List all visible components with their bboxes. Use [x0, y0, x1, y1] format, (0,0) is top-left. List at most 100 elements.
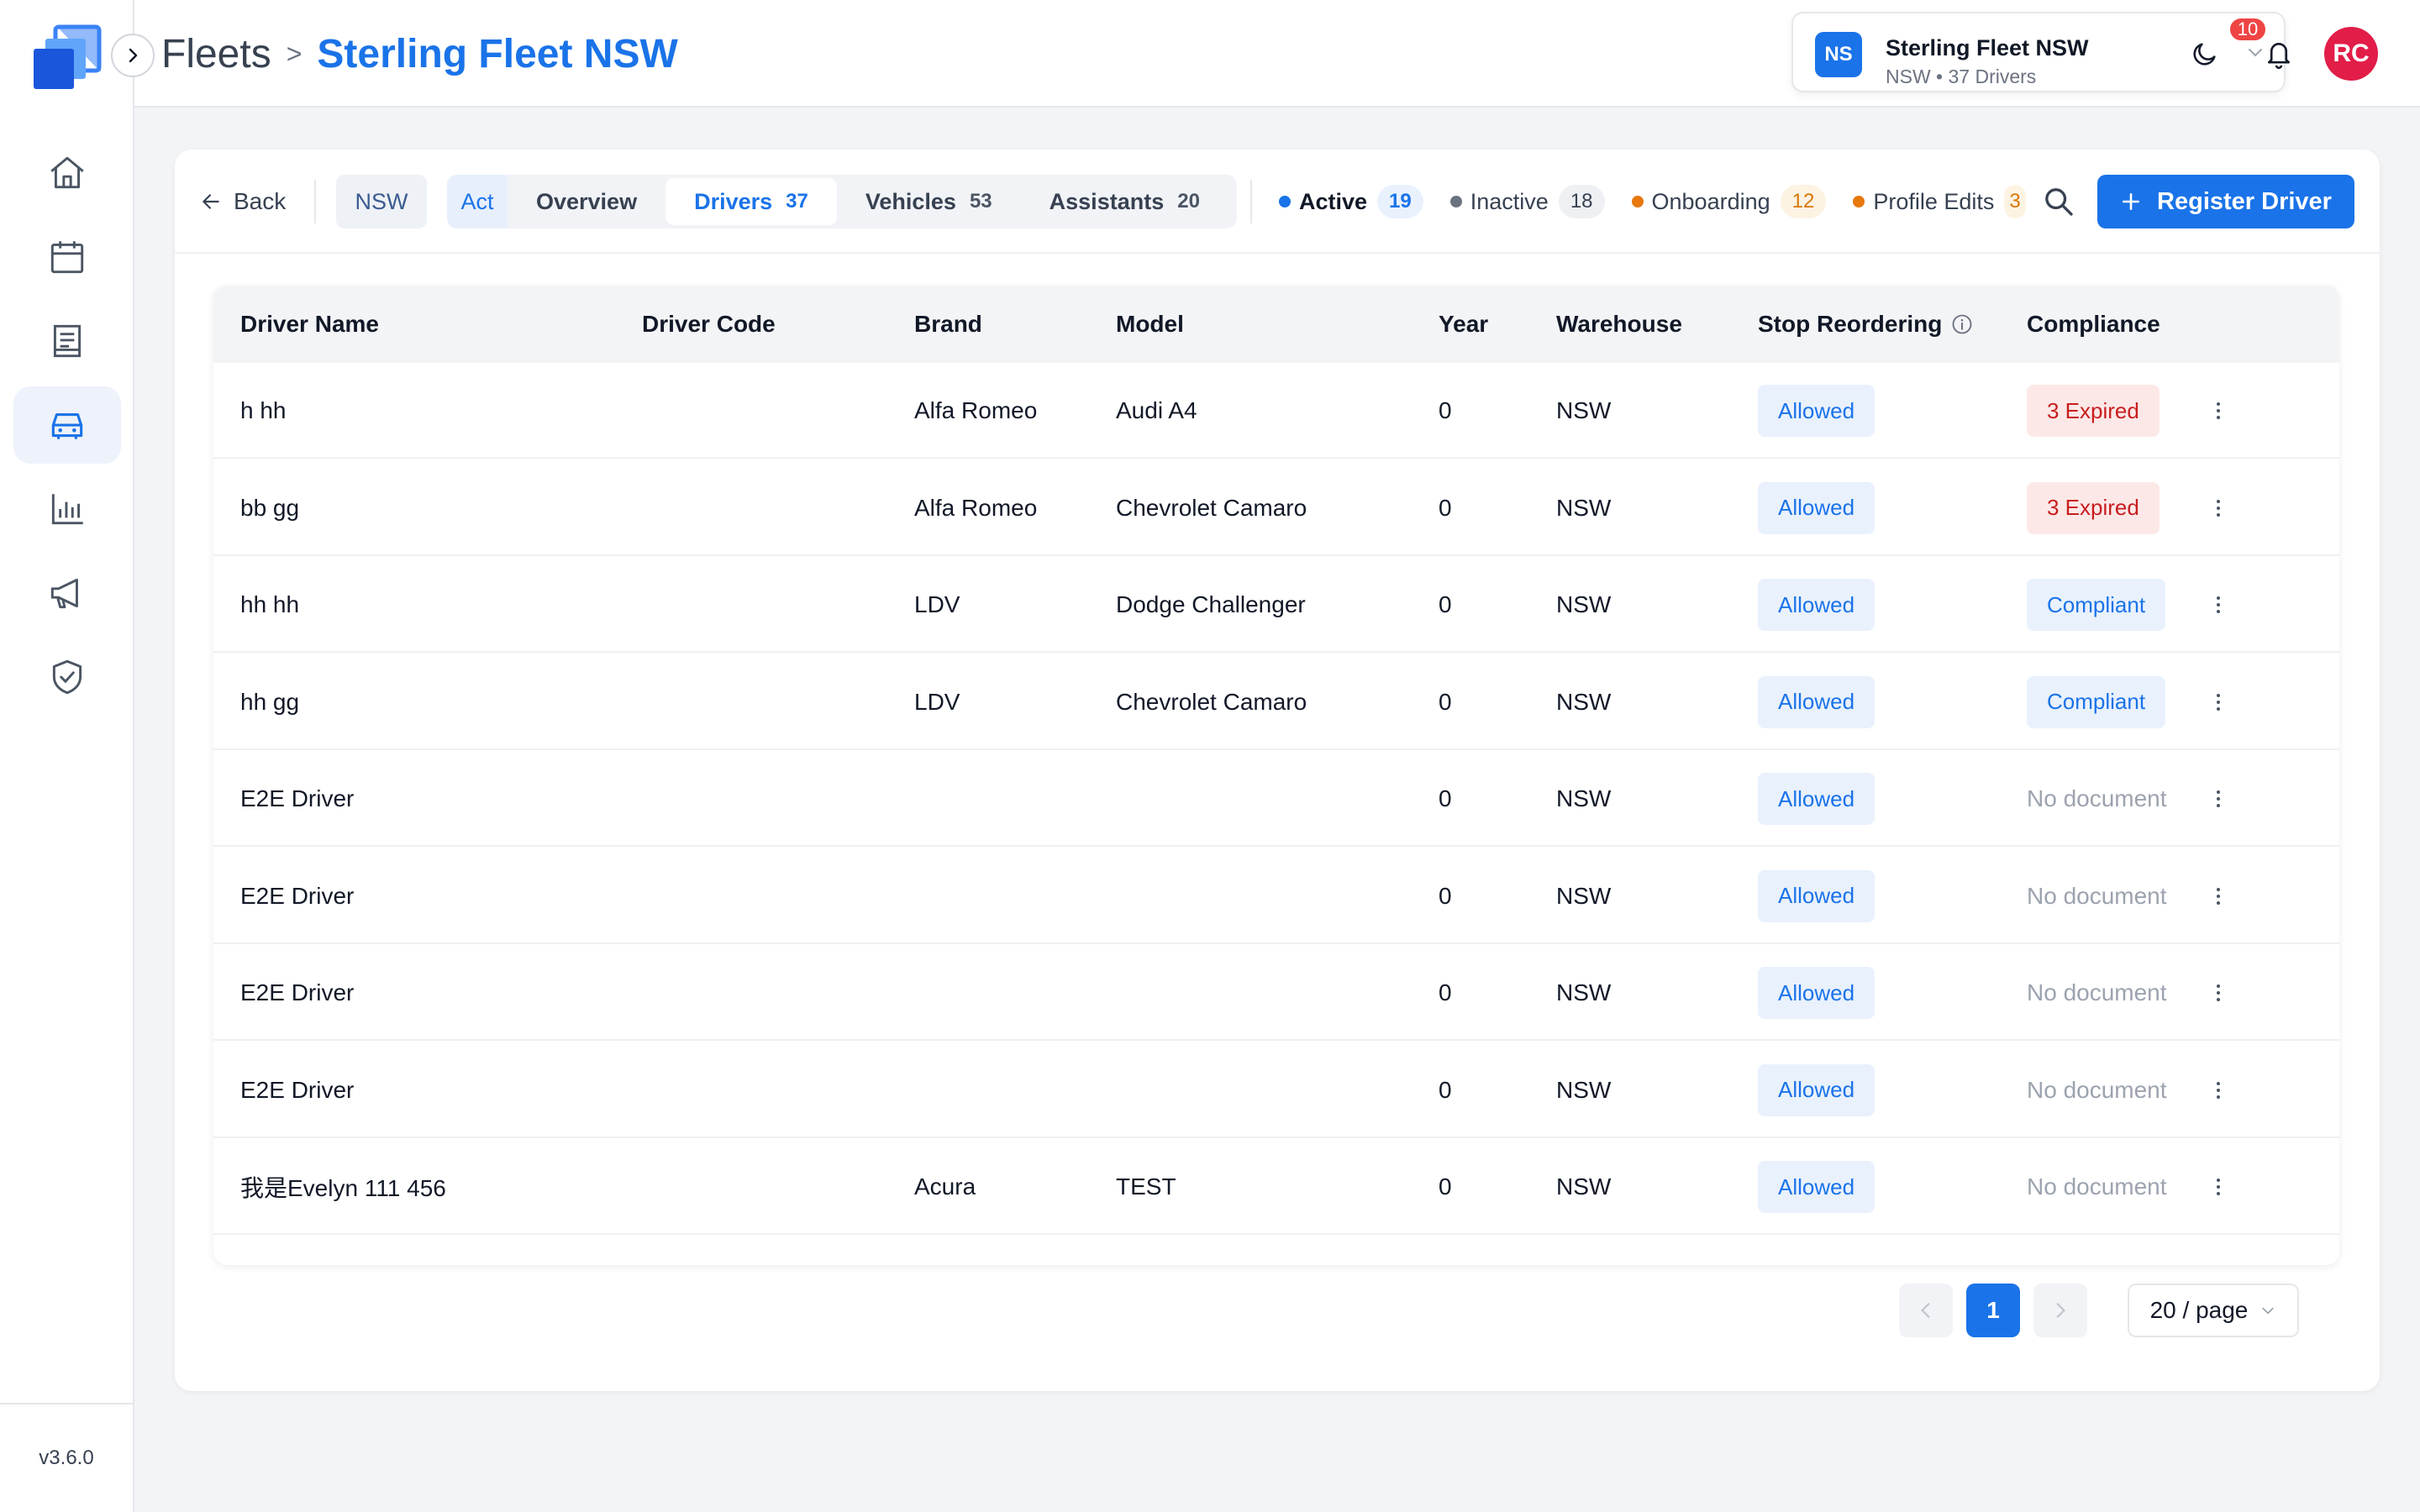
tab-overview[interactable]: Overview — [508, 178, 666, 225]
cell-warehouse: NSW — [1556, 882, 1612, 909]
cell-year: 0 — [1439, 591, 1452, 617]
status-filter-inactive[interactable]: Inactive 18 — [1449, 185, 1605, 218]
drivers-card: Back NSW Act Overview Drivers 37 Vehicles… — [175, 150, 2380, 1391]
status-filter-active[interactable]: Active 19 — [1279, 185, 1423, 218]
tab-vehicles[interactable]: Vehicles 53 — [837, 178, 1021, 225]
cell-model: Chevrolet Camaro — [1116, 494, 1307, 521]
status-filter-label: Onboarding — [1651, 188, 1770, 214]
cell-driver-name: hh gg — [240, 688, 300, 715]
sidebar-item-home[interactable] — [13, 134, 121, 212]
stop-reordering-badge[interactable]: Allowed — [1758, 1063, 1876, 1116]
cell-brand: Acura — [914, 1173, 976, 1200]
column-header-stop-reordering[interactable]: Stop Reordering — [1758, 286, 1974, 363]
row-actions-kebab-icon[interactable] — [2208, 1042, 2228, 1138]
breadcrumb-fleets-link[interactable]: Fleets — [161, 31, 271, 77]
column-header-model[interactable]: Model — [1116, 286, 1184, 363]
column-header-driver-code[interactable]: Driver Code — [642, 286, 776, 363]
page-size-select[interactable]: 20 / page — [2128, 1284, 2299, 1337]
compliance-badge[interactable]: Compliant — [2027, 675, 2166, 728]
cell-driver-name: h hh — [240, 397, 287, 423]
notifications-button[interactable] — [2259, 34, 2299, 74]
fleet-name: Sterling Fleet NSW — [1886, 35, 2089, 60]
stop-reordering-badge[interactable]: Allowed — [1758, 773, 1876, 825]
column-header-brand[interactable]: Brand — [914, 286, 982, 363]
page-1-button[interactable]: 1 — [1966, 1284, 2020, 1337]
page-title: Sterling Fleet NSW — [317, 31, 678, 76]
app-logo-icon[interactable] — [30, 22, 106, 92]
cell-warehouse: NSW — [1556, 591, 1612, 617]
row-actions-kebab-icon[interactable] — [2208, 1139, 2228, 1235]
tab-act[interactable]: Act — [447, 175, 508, 228]
table-row[interactable]: E2E Driver 0 NSW Allowed No document — [213, 751, 2339, 847]
cell-year: 0 — [1439, 1076, 1452, 1103]
compliance-badge[interactable]: Compliant — [2027, 579, 2166, 631]
back-button[interactable]: Back — [200, 183, 286, 220]
search-icon[interactable] — [2042, 185, 2075, 218]
stop-reordering-badge[interactable]: Allowed — [1758, 675, 1876, 728]
row-actions-kebab-icon[interactable] — [2208, 460, 2228, 556]
divider — [314, 180, 316, 223]
stop-reordering-badge[interactable]: Allowed — [1758, 1161, 1876, 1213]
stop-reordering-badge[interactable]: Allowed — [1758, 967, 1876, 1019]
moon-icon — [2193, 43, 2216, 66]
sidebar-expand-button[interactable] — [111, 34, 155, 77]
breadcrumb: Fleets > Sterling Fleet NSW — [161, 29, 678, 79]
row-actions-kebab-icon[interactable] — [2208, 557, 2228, 653]
column-header-compliance[interactable]: Compliance — [2027, 286, 2160, 363]
cell-driver-name: E2E Driver — [240, 1076, 355, 1103]
status-filter-profile-edits[interactable]: Profile Edits 3 — [1853, 185, 2026, 218]
table-row[interactable]: E2E Driver 0 NSW Allowed No document — [213, 848, 2339, 944]
cell-year: 0 — [1439, 1173, 1452, 1200]
arrow-left-icon — [203, 194, 219, 209]
stop-reordering-badge[interactable]: Allowed — [1758, 481, 1876, 534]
cell-year: 0 — [1439, 688, 1452, 715]
user-avatar[interactable]: RC — [2324, 27, 2378, 81]
table-row[interactable]: E2E Driver 0 NSW Allowed No document — [213, 1042, 2339, 1138]
stop-reordering-badge[interactable]: Allowed — [1758, 869, 1876, 922]
status-filter-onboarding[interactable]: Onboarding 12 — [1631, 185, 1827, 218]
row-actions-kebab-icon[interactable] — [2208, 654, 2228, 750]
row-actions-kebab-icon[interactable] — [2208, 945, 2228, 1041]
cell-driver-name: E2E Driver — [240, 979, 355, 1005]
sidebar-item-chart[interactable] — [13, 470, 121, 548]
table-row[interactable]: hh hh LDV Dodge Challenger 0 NSW Allowed Compl… — [213, 557, 2339, 653]
column-header-warehouse[interactable]: Warehouse — [1556, 286, 1682, 363]
breadcrumb-separator: > — [286, 38, 302, 69]
column-header-driver-name[interactable]: Driver Name — [240, 286, 379, 363]
sidebar-item-shield-check[interactable] — [13, 638, 121, 716]
chevron-left-icon — [1921, 1303, 1930, 1318]
column-header-year[interactable]: Year — [1439, 286, 1488, 363]
cell-stop-reordering: Allowed — [1758, 1042, 1876, 1138]
dark-mode-toggle[interactable] — [2185, 34, 2225, 74]
cell-driver-name: E2E Driver — [240, 785, 355, 811]
stop-reordering-badge[interactable]: Allowed — [1758, 385, 1876, 437]
compliance-badge[interactable]: 3 Expired — [2027, 385, 2160, 437]
row-actions-kebab-icon[interactable] — [2208, 751, 2228, 847]
cell-driver-name: bb gg — [240, 494, 300, 521]
row-actions-kebab-icon[interactable] — [2208, 848, 2228, 944]
sidebar-nav — [13, 134, 121, 722]
table-row[interactable]: bb gg Alfa Romeo Chevrolet Camaro 0 NSW Allow… — [213, 460, 2339, 556]
region-chip[interactable]: NSW — [336, 175, 427, 228]
next-page-button[interactable] — [2033, 1284, 2087, 1337]
table-row[interactable]: hh gg LDV Chevrolet Camaro 0 NSW Allowed Compl… — [213, 654, 2339, 750]
info-icon[interactable] — [1950, 312, 1974, 336]
cell-year: 0 — [1439, 785, 1452, 811]
cell-warehouse: NSW — [1556, 1076, 1612, 1103]
row-actions-kebab-icon[interactable] — [2208, 363, 2228, 459]
register-driver-button[interactable]: Register Driver — [2097, 175, 2354, 228]
table-row[interactable]: 我是Evelyn 111 456 Acura TEST 0 NSW Allowed No d… — [213, 1139, 2339, 1235]
tab-drivers[interactable]: Drivers 37 — [666, 178, 837, 225]
stop-reordering-badge[interactable]: Allowed — [1758, 579, 1876, 631]
compliance-badge[interactable]: 3 Expired — [2027, 481, 2160, 534]
sidebar-item-calendar[interactable] — [13, 218, 121, 296]
table-row[interactable]: E2E Driver 0 NSW Allowed No document — [213, 945, 2339, 1041]
prev-page-button[interactable] — [1899, 1284, 1953, 1337]
tab-count: 20 — [1177, 190, 1200, 213]
sidebar-item-receipt[interactable] — [13, 302, 121, 380]
sidebar-item-megaphone[interactable] — [13, 554, 121, 632]
status-dot-icon — [1279, 196, 1291, 207]
sidebar-item-car[interactable] — [13, 386, 121, 464]
table-row[interactable]: h hh Alfa Romeo Audi A4 0 NSW Allowed 3 Expire… — [213, 363, 2339, 459]
tab-assistants[interactable]: Assistants 20 — [1021, 178, 1228, 225]
